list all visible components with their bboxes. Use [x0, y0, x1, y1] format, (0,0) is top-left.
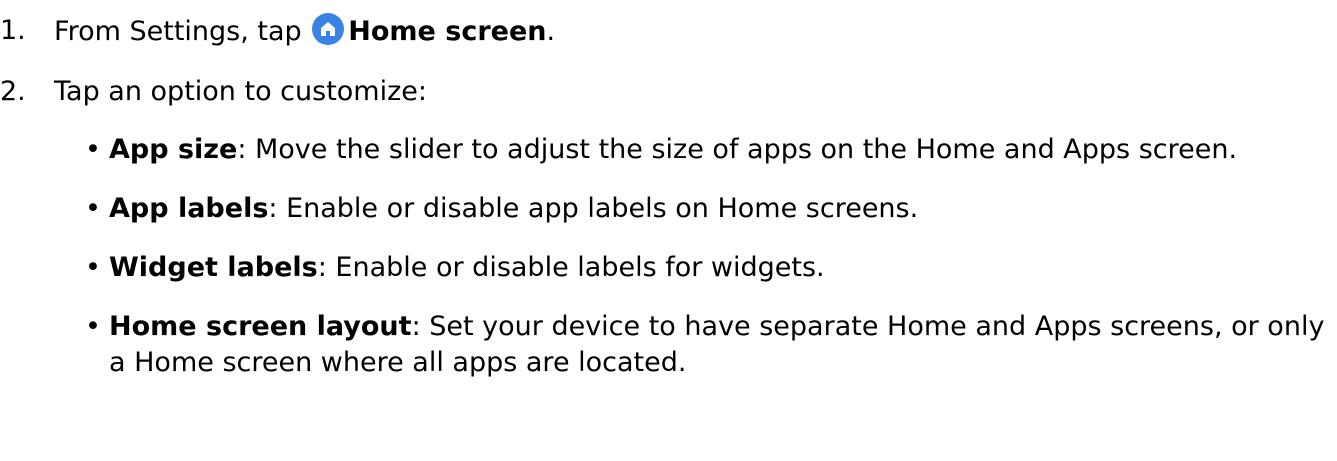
list-item: • Home screen layout: Set your device to…: [85, 309, 1330, 381]
bullet-icon: •: [85, 134, 101, 165]
step-number: 2.: [0, 76, 26, 107]
step-suffix: .: [546, 16, 556, 47]
step-prefix: From Settings, tap: [54, 16, 302, 47]
option-title: Home screen layout: [109, 311, 412, 342]
list-item: • App size: Move the slider to adjust th…: [85, 132, 1330, 168]
bullet-icon: •: [85, 193, 101, 224]
step-text: From Settings, tap Home screen.: [54, 13, 555, 50]
option-description: : Enable or disable labels for widgets.: [317, 252, 825, 283]
step-number: 1.: [0, 15, 26, 46]
home-icon: [312, 13, 345, 45]
bullet-icon: •: [85, 252, 101, 283]
step-text: Tap an option to customize:: [54, 76, 427, 107]
list-item: • App labels: Enable or disable app labe…: [85, 191, 1330, 227]
home-screen-label: Home screen: [348, 16, 547, 47]
option-description: : Move the slider to adjust the size of …: [237, 134, 1238, 165]
option-list: • App size: Move the slider to adjust th…: [85, 132, 1330, 404]
option-title: App labels: [109, 193, 269, 224]
list-item: • Widget labels: Enable or disable label…: [85, 250, 1330, 286]
home-glyph-icon: [321, 22, 336, 36]
option-title: App size: [109, 134, 238, 165]
option-title: Widget labels: [109, 252, 318, 283]
option-description: : Enable or disable app labels on Home s…: [268, 193, 919, 224]
bullet-icon: •: [85, 311, 101, 342]
